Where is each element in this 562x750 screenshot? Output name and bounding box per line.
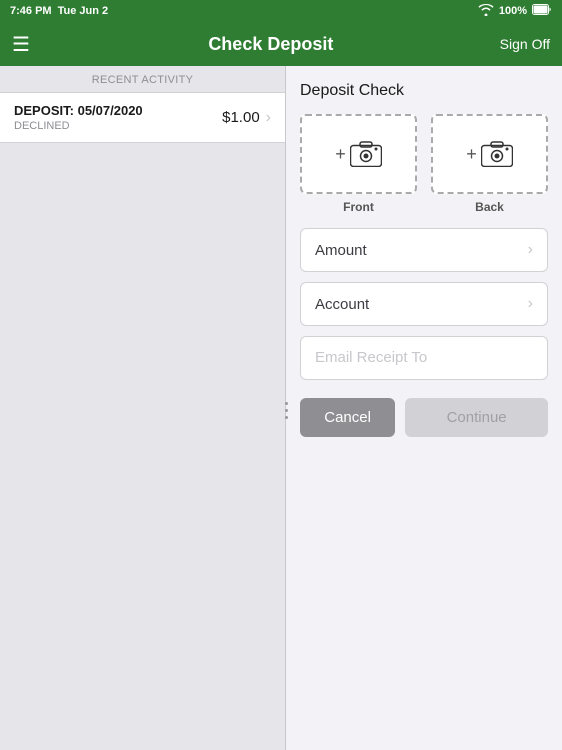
back-label: Back bbox=[475, 200, 504, 214]
email-field-container bbox=[300, 336, 548, 380]
plus-icon-back: + bbox=[466, 144, 477, 165]
time-display: 7:46 PM bbox=[10, 5, 52, 17]
amount-field[interactable]: Amount › bbox=[300, 228, 548, 272]
camera-icon-back bbox=[481, 141, 513, 167]
drag-dot bbox=[285, 409, 288, 412]
deposit-list-item[interactable]: DEPOSIT: 05/07/2020 DECLINED $1.00 › bbox=[0, 92, 285, 143]
drag-handle[interactable] bbox=[282, 380, 290, 440]
camera-row: + Front + bbox=[300, 114, 548, 214]
deposit-item-right: $1.00 › bbox=[222, 109, 271, 127]
deposit-status: DECLINED bbox=[14, 120, 143, 132]
action-buttons-row: Cancel Continue bbox=[300, 398, 548, 437]
drag-dot bbox=[285, 416, 288, 419]
recent-activity-label: RECENT ACTIVITY bbox=[0, 66, 285, 92]
page-title: Check Deposit bbox=[42, 34, 500, 55]
sign-off-button[interactable]: Sign Off bbox=[500, 36, 550, 52]
status-bar-right: 100% bbox=[478, 4, 552, 19]
left-panel: RECENT ACTIVITY DEPOSIT: 05/07/2020 DECL… bbox=[0, 66, 286, 750]
right-panel: Deposit Check + bbox=[286, 66, 562, 750]
front-label: Front bbox=[343, 200, 374, 214]
continue-button[interactable]: Continue bbox=[405, 398, 548, 437]
battery-icon bbox=[532, 4, 552, 18]
email-input[interactable] bbox=[315, 349, 533, 366]
menu-icon[interactable]: ☰ bbox=[12, 32, 42, 57]
deposit-date: DEPOSIT: 05/07/2020 bbox=[14, 103, 143, 118]
front-camera-box: + Front bbox=[300, 114, 417, 214]
status-bar: 7:46 PM Tue Jun 2 100% bbox=[0, 0, 562, 22]
chevron-right-icon: › bbox=[266, 109, 271, 127]
back-camera-box: + Back bbox=[431, 114, 548, 214]
drag-dot bbox=[285, 402, 288, 405]
battery-display: 100% bbox=[499, 5, 527, 17]
deposit-check-title: Deposit Check bbox=[300, 82, 548, 100]
main-layout: RECENT ACTIVITY DEPOSIT: 05/07/2020 DECL… bbox=[0, 66, 562, 750]
amount-chevron-icon: › bbox=[528, 241, 533, 259]
header: ☰ Check Deposit Sign Off bbox=[0, 22, 562, 66]
front-camera-button[interactable]: + bbox=[300, 114, 417, 194]
amount-label: Amount bbox=[315, 242, 367, 259]
plus-icon: + bbox=[335, 144, 346, 165]
camera-icon bbox=[350, 141, 382, 167]
status-bar-left: 7:46 PM Tue Jun 2 bbox=[10, 5, 108, 17]
deposit-item-left: DEPOSIT: 05/07/2020 DECLINED bbox=[14, 103, 143, 132]
date-display: Tue Jun 2 bbox=[58, 5, 109, 17]
back-camera-icon-group: + bbox=[466, 141, 513, 167]
front-camera-icon-group: + bbox=[335, 141, 382, 167]
account-label: Account bbox=[315, 296, 369, 313]
deposit-amount: $1.00 bbox=[222, 109, 260, 126]
account-field[interactable]: Account › bbox=[300, 282, 548, 326]
back-camera-button[interactable]: + bbox=[431, 114, 548, 194]
wifi-icon bbox=[478, 4, 494, 19]
account-chevron-icon: › bbox=[528, 295, 533, 313]
cancel-button[interactable]: Cancel bbox=[300, 398, 395, 437]
